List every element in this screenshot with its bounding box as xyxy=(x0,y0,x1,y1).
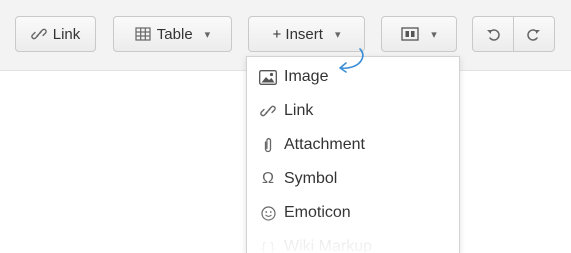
omega-icon: Ω xyxy=(262,170,274,187)
table-button-label: Table xyxy=(156,25,193,43)
menu-item-label: Wiki Markup xyxy=(284,238,373,253)
link-icon xyxy=(30,26,47,42)
menu-item-label: Symbol xyxy=(284,170,338,187)
menu-item-symbol[interactable]: Ω Symbol xyxy=(247,163,459,195)
annotation-arrow-icon xyxy=(339,48,364,73)
table-button[interactable]: Table ▾ xyxy=(113,16,232,52)
page-layout-icon xyxy=(401,27,419,41)
chevron-down-icon: ▾ xyxy=(334,28,341,41)
menu-item-label: Image xyxy=(284,68,329,85)
smiley-icon xyxy=(259,204,277,222)
menu-item-attachment[interactable]: Attachment xyxy=(247,129,459,161)
menu-item-link[interactable]: Link xyxy=(247,95,459,127)
redo-icon xyxy=(526,26,542,42)
undo-button[interactable] xyxy=(472,16,514,52)
page-layout-button[interactable]: ▾ xyxy=(381,16,457,52)
insert-button-label: + Insert xyxy=(272,25,323,43)
link-icon xyxy=(259,102,277,120)
menu-item-label: Emoticon xyxy=(284,204,351,221)
menu-item-label: Link xyxy=(284,102,314,119)
link-button[interactable]: Link xyxy=(15,16,96,52)
insert-dropdown-menu: Image Link Attachment Ω Symbol Emoticon … xyxy=(246,56,460,253)
wiki-markup-icon: { } xyxy=(261,239,275,253)
menu-item-label: Attachment xyxy=(284,136,365,153)
menu-item-emoticon[interactable]: Emoticon xyxy=(247,197,459,229)
paperclip-icon xyxy=(259,136,277,154)
table-grid-icon xyxy=(135,27,151,41)
link-button-label: Link xyxy=(52,25,81,43)
redo-button[interactable] xyxy=(513,16,555,52)
chevron-down-icon: ▾ xyxy=(431,28,437,41)
chevron-down-icon: ▾ xyxy=(204,28,211,41)
image-icon xyxy=(259,68,277,86)
undo-icon xyxy=(485,26,501,42)
menu-item-wiki-markup[interactable]: { } Wiki Markup xyxy=(247,231,459,253)
